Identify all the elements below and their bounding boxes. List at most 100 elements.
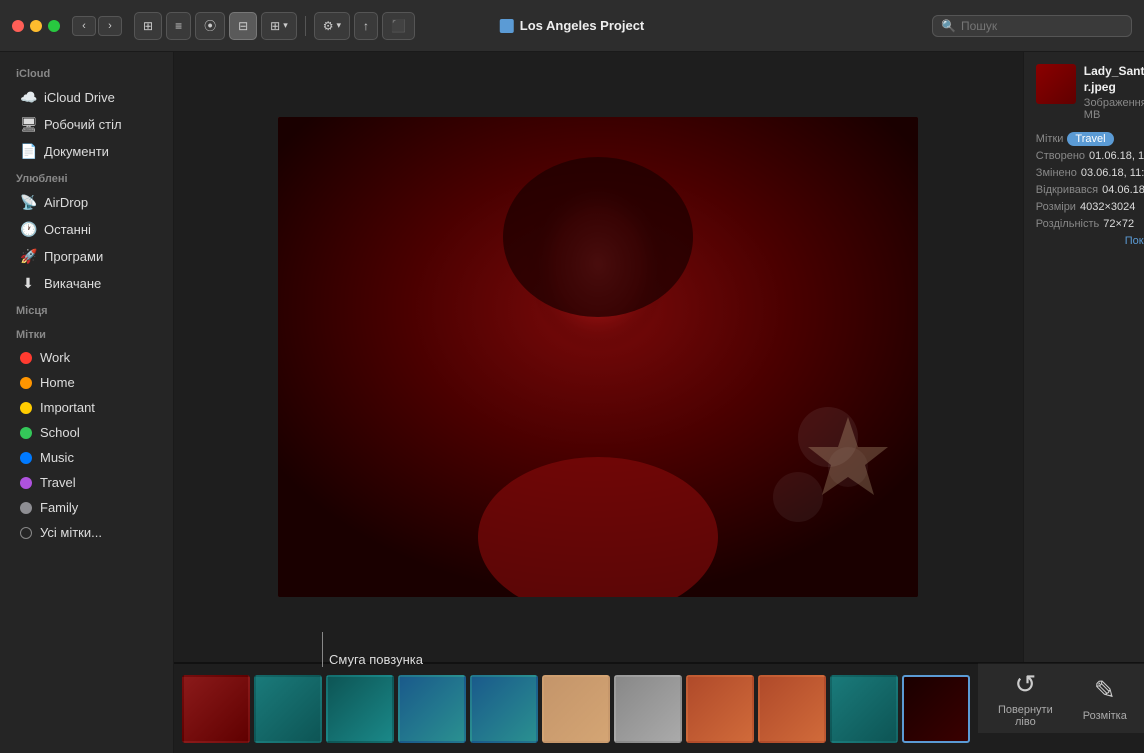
view-icons-button[interactable]: ⊞ bbox=[134, 12, 162, 40]
opened-value: 04.06.18, 09:41 bbox=[1102, 184, 1144, 196]
sidebar-tag-travel[interactable]: Travel bbox=[4, 470, 169, 495]
search-input[interactable] bbox=[961, 19, 1123, 33]
filmstrip-row: ↺ Повернутиліво ✎ Розмітка ••• Більше... bbox=[174, 662, 1144, 753]
sidebar-item-desktop[interactable]: 🖥 Робочий стіл bbox=[4, 111, 169, 138]
icloud-section-label: iCloud bbox=[0, 60, 173, 84]
main-layout: iCloud ☁️ iCloud Drive 🖥 Робочий стіл 📄 … bbox=[0, 52, 1144, 753]
home-tag-dot bbox=[20, 377, 32, 389]
file-thumbnail bbox=[1036, 64, 1076, 104]
sidebar-item-recents[interactable]: 🕐 Останні bbox=[4, 216, 169, 243]
view-gallery-button[interactable]: ⊟ bbox=[229, 12, 257, 40]
sidebar-item-documents[interactable]: 📄 Документи bbox=[4, 138, 169, 165]
favorites-section-label: Улюблені bbox=[0, 165, 173, 189]
tags-label: Мітки bbox=[1036, 133, 1064, 145]
middle-row: Lady_SantaMonicaPier.jpeg Зображення JPE… bbox=[174, 52, 1144, 662]
show-more-link[interactable]: Показати більше bbox=[1036, 235, 1144, 247]
filmstrip-thumb-4[interactable] bbox=[398, 675, 466, 743]
icloud-drive-icon: ☁️ bbox=[20, 89, 36, 106]
traffic-lights bbox=[12, 20, 60, 32]
filmstrip-thumb-3[interactable] bbox=[326, 675, 394, 743]
filmstrip-thumb-1[interactable] bbox=[182, 675, 250, 743]
sidebar-tag-family[interactable]: Family bbox=[4, 495, 169, 520]
tag-badge[interactable]: Travel bbox=[1067, 132, 1113, 146]
size-value: 4032×3024 bbox=[1080, 201, 1144, 213]
tags-row: Мітки Travel bbox=[1036, 133, 1144, 145]
travel-tag-dot bbox=[20, 477, 32, 489]
modified-row: Змінено 03.06.18, 11:56 bbox=[1036, 167, 1144, 179]
window-title: Los Angeles Project bbox=[500, 18, 645, 33]
sidebar-all-tags[interactable]: Усі мітки... bbox=[4, 520, 169, 545]
filmstrip-thumb-7[interactable] bbox=[614, 675, 682, 743]
created-label: Створено bbox=[1036, 150, 1085, 162]
file-info: Lady_SantaMonicaPier.jpeg Зображення JPE… bbox=[1084, 64, 1144, 121]
airdrop-icon: 📡 bbox=[20, 194, 36, 211]
scroll-annotation: Смуга повзунка bbox=[322, 632, 423, 671]
back-button[interactable]: ‹ bbox=[72, 16, 96, 36]
sidebar-tag-work[interactable]: Work bbox=[4, 345, 169, 370]
resolution-row: Роздільність 72×72 bbox=[1036, 218, 1144, 230]
filmstrip-thumb-2[interactable] bbox=[254, 675, 322, 743]
file-type: Зображення JPEG · 1.4 MB bbox=[1084, 97, 1144, 121]
filmstrip-thumb-6[interactable] bbox=[542, 675, 610, 743]
tags-section-label: Мітки bbox=[0, 321, 173, 345]
file-preview-row: Lady_SantaMonicaPier.jpeg Зображення JPE… bbox=[1036, 64, 1144, 121]
sidebar-item-airdrop[interactable]: 📡 AirDrop bbox=[4, 189, 169, 216]
forward-button[interactable]: › bbox=[98, 16, 122, 36]
view-columns-button[interactable]: ⦿ bbox=[195, 12, 225, 40]
recents-icon: 🕐 bbox=[20, 221, 36, 238]
filmstrip-thumb-8[interactable] bbox=[686, 675, 754, 743]
fullscreen-button[interactable] bbox=[48, 20, 60, 32]
bottom-toolbar: ↺ Повернутиліво ✎ Розмітка ••• Більше... bbox=[978, 663, 1144, 733]
apps-icon: 🚀 bbox=[20, 248, 36, 265]
family-tag-dot bbox=[20, 502, 32, 514]
minimize-button[interactable] bbox=[30, 20, 42, 32]
sidebar-tag-important[interactable]: Important bbox=[4, 395, 169, 420]
settings-button[interactable]: ⚙▾ bbox=[314, 12, 350, 40]
modified-value: 03.06.18, 11:56 bbox=[1081, 167, 1144, 179]
filmstrip[interactable] bbox=[174, 663, 978, 753]
important-tag-dot bbox=[20, 402, 32, 414]
all-tags-dot bbox=[20, 527, 32, 539]
sidebar-item-apps[interactable]: 🚀 Програми bbox=[4, 243, 169, 270]
rotate-label: Повернутиліво bbox=[998, 704, 1053, 728]
content-wrapper: Lady_SantaMonicaPier.jpeg Зображення JPE… bbox=[174, 52, 1144, 753]
modified-label: Змінено bbox=[1036, 167, 1077, 179]
right-panel: Lady_SantaMonicaPier.jpeg Зображення JPE… bbox=[1023, 52, 1144, 662]
size-row: Розміри 4032×3024 bbox=[1036, 201, 1144, 213]
opened-row: Відкривався 04.06.18, 09:41 bbox=[1036, 184, 1144, 196]
filmstrip-thumb-9[interactable] bbox=[758, 675, 826, 743]
navigation-arrows: ‹ › bbox=[72, 16, 122, 36]
rotate-icon: ↺ bbox=[1014, 669, 1036, 700]
created-row: Створено 01.06.18, 10:09 bbox=[1036, 150, 1144, 162]
resolution-value: 72×72 bbox=[1103, 218, 1144, 230]
rotate-tool[interactable]: ↺ Повернутиліво bbox=[998, 669, 1053, 728]
main-image[interactable] bbox=[278, 117, 918, 597]
filmstrip-thumb-11[interactable] bbox=[902, 675, 970, 743]
markup-tool[interactable]: ✎ Розмітка bbox=[1083, 675, 1127, 722]
filmstrip-thumb-10[interactable] bbox=[830, 675, 898, 743]
sidebar-tag-music[interactable]: Music bbox=[4, 445, 169, 470]
view-grid-button[interactable]: ⊞▾ bbox=[261, 12, 297, 40]
sidebar-item-icloud-drive[interactable]: ☁️ iCloud Drive bbox=[4, 84, 169, 111]
documents-icon: 📄 bbox=[20, 143, 36, 160]
sidebar-item-downloads[interactable]: ⬇ Викачане bbox=[4, 270, 169, 297]
tags-value: Travel bbox=[1067, 133, 1144, 145]
close-button[interactable] bbox=[12, 20, 24, 32]
filmstrip-thumb-5[interactable] bbox=[470, 675, 538, 743]
opened-label: Відкривався bbox=[1036, 184, 1098, 196]
image-view bbox=[174, 52, 1023, 662]
file-name: Lady_SantaMonicaPier.jpeg bbox=[1084, 64, 1144, 95]
title-bar: ‹ › ⊞ ≡ ⦿ ⊟ ⊞▾ ⚙▾ ↑ ⬛ Los Angeles Projec… bbox=[0, 0, 1144, 52]
portrait-svg bbox=[278, 117, 918, 597]
sidebar-tag-home[interactable]: Home bbox=[4, 370, 169, 395]
view-list-button[interactable]: ≡ bbox=[166, 12, 191, 40]
meta-section: Мітки Travel Створено 01.06.18, 10:09 Зм… bbox=[1036, 133, 1144, 247]
locations-section-label: Місця bbox=[0, 297, 173, 321]
tag-button[interactable]: ⬛ bbox=[382, 12, 415, 40]
sidebar-tag-school[interactable]: School bbox=[4, 420, 169, 445]
share-button[interactable]: ↑ bbox=[354, 12, 378, 40]
work-tag-dot bbox=[20, 352, 32, 364]
markup-icon: ✎ bbox=[1094, 675, 1116, 706]
sidebar: iCloud ☁️ iCloud Drive 🖥 Робочий стіл 📄 … bbox=[0, 52, 174, 753]
search-box[interactable]: 🔍 bbox=[932, 15, 1132, 37]
